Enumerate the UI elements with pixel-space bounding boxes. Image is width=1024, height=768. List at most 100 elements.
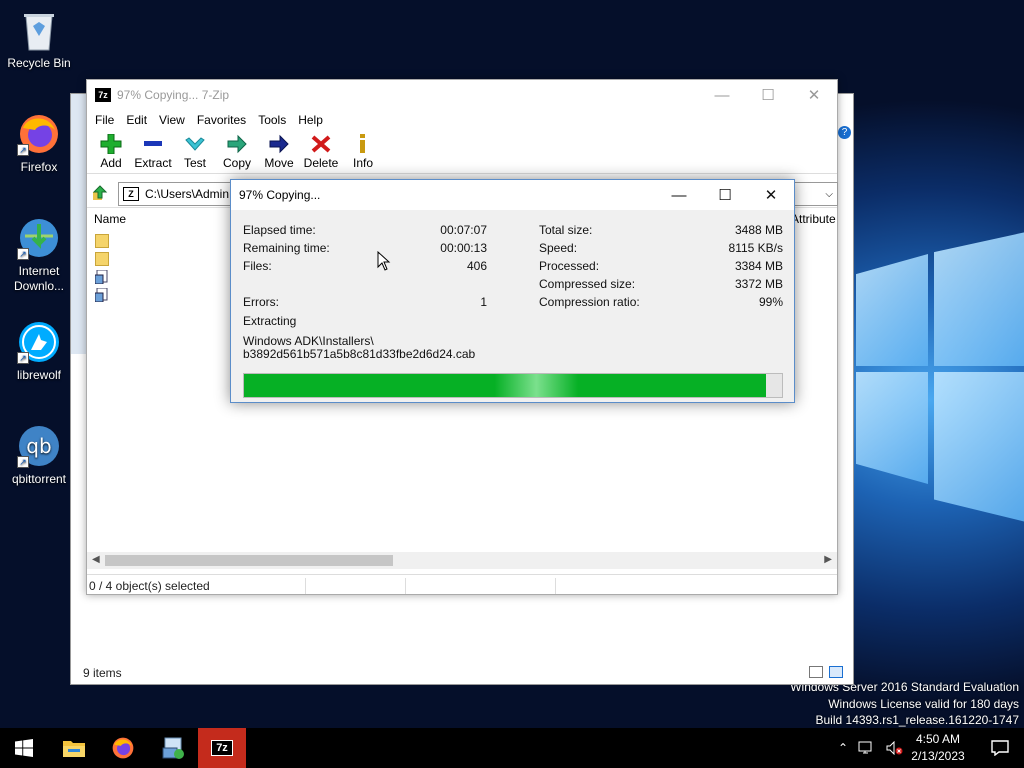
firefox-icon: ↗ xyxy=(17,112,61,156)
shortcut-arrow-icon: ↗ xyxy=(17,248,29,260)
errors-label: Errors: xyxy=(243,295,279,309)
mouse-cursor-icon xyxy=(377,251,391,271)
taskbar-installer[interactable] xyxy=(149,728,197,768)
speed-label: Speed: xyxy=(539,241,578,255)
compressed-size-value: 3372 MB xyxy=(734,277,783,291)
close-button[interactable]: ✕ xyxy=(791,80,837,110)
system-tray: ⌃ xyxy=(838,728,904,768)
remaining-time-label: Remaining time: xyxy=(243,241,330,255)
network-icon[interactable] xyxy=(858,741,876,755)
total-size-value: 3488 MB xyxy=(734,223,783,237)
action-center-button[interactable] xyxy=(976,728,1024,768)
add-button[interactable]: Add xyxy=(90,130,132,173)
progress-bar-fill xyxy=(244,374,766,397)
clock-date: 2/13/2023 xyxy=(911,749,965,763)
firefox-icon xyxy=(112,737,134,759)
address-text: C:\Users\Admin xyxy=(145,187,230,201)
scroll-left-icon[interactable]: ◀ xyxy=(92,554,100,565)
minus-icon xyxy=(144,141,162,146)
check-icon xyxy=(185,137,205,151)
plus-icon xyxy=(100,134,122,154)
progress-bar xyxy=(243,373,783,398)
toolbar: Add Extract Test Copy Move Delete Info xyxy=(87,130,837,174)
column-name[interactable]: Name xyxy=(94,212,126,226)
large-icons-view-icon[interactable] xyxy=(829,666,843,678)
desktop-icon-librewolf[interactable]: ↗ librewolf xyxy=(4,320,74,383)
desktop-icon-firefox[interactable]: ↗ Firefox xyxy=(4,112,74,175)
desktop-icon-qbittorrent[interactable]: qb ↗ qbittorrent xyxy=(4,424,74,487)
recycle-bin-icon xyxy=(17,8,61,52)
elapsed-time-value: 00:07:07 xyxy=(440,223,487,237)
folder-icon[interactable] xyxy=(95,234,109,248)
scroll-right-icon[interactable]: ▶ xyxy=(824,554,832,565)
shortcut-arrow-icon: ↗ xyxy=(17,144,29,156)
internet-download-manager-icon: ↗ xyxy=(17,216,61,260)
selection-status: 0 / 4 object(s) selected xyxy=(89,579,210,593)
watermark-license: Windows License valid for 180 days xyxy=(828,696,1019,711)
svg-text:qb: qb xyxy=(26,434,51,458)
menu-favorites[interactable]: Favorites xyxy=(191,113,252,127)
menu-view[interactable]: View xyxy=(153,113,191,127)
horizontal-scrollbar[interactable]: ◀ ▶ xyxy=(87,552,837,569)
details-view-icon[interactable] xyxy=(809,666,823,678)
7zip-app-icon: 7z xyxy=(211,740,233,756)
menu-help[interactable]: Help xyxy=(292,113,329,127)
column-attributes[interactable]: Attribute xyxy=(791,212,836,226)
copy-button[interactable]: Copy xyxy=(216,130,258,173)
windows-watermark: Windows Server 2016 Standard Evaluation … xyxy=(790,679,1019,729)
chevron-down-icon[interactable]: ⌵ xyxy=(825,189,833,200)
file-icon[interactable] xyxy=(94,287,109,303)
librewolf-icon: ↗ xyxy=(17,320,61,364)
dialog-maximize-button[interactable]: ☐ xyxy=(702,180,748,210)
dialog-title-bar[interactable]: 97% Copying... — ☐ ✕ xyxy=(231,180,794,210)
compression-ratio-label: Compression ratio: xyxy=(539,295,640,309)
maximize-button[interactable]: ☐ xyxy=(745,80,791,110)
taskbar-file-explorer[interactable] xyxy=(50,728,98,768)
file-icon[interactable] xyxy=(94,269,109,285)
delete-x-icon xyxy=(311,135,331,153)
archive-icon: Z xyxy=(123,187,139,201)
move-button[interactable]: Move xyxy=(258,130,300,173)
status-bar: 0 / 4 object(s) selected xyxy=(87,574,837,596)
desktop-icon-label: Firefox xyxy=(20,160,58,174)
shortcut-arrow-icon: ↗ xyxy=(17,456,29,468)
7zip-title-bar[interactable]: 7z 97% Copying... 7-Zip — ☐ ✕ xyxy=(87,80,837,110)
remaining-time-value: 00:00:13 xyxy=(440,241,487,255)
files-value: 406 xyxy=(466,259,487,273)
clock-time: 4:50 AM xyxy=(915,732,961,746)
dialog-minimize-button[interactable]: — xyxy=(656,180,702,210)
taskbar-7zip[interactable]: 7z xyxy=(198,728,246,768)
start-button[interactable] xyxy=(0,728,48,768)
taskbar-firefox[interactable] xyxy=(99,728,147,768)
desktop-icon-label: Internet Downlo... xyxy=(13,264,65,293)
taskbar-clock[interactable]: 4:50 AM 2/13/2023 xyxy=(902,731,974,765)
menu-tools[interactable]: Tools xyxy=(252,113,292,127)
windows-start-icon xyxy=(15,739,33,757)
7zip-title: 97% Copying... 7-Zip xyxy=(117,88,230,102)
menu-edit[interactable]: Edit xyxy=(120,113,153,127)
folder-up-icon[interactable] xyxy=(91,184,109,202)
help-icon[interactable]: ? xyxy=(838,126,851,139)
extract-button[interactable]: Extract xyxy=(132,130,174,173)
info-button[interactable]: Info xyxy=(342,130,384,173)
speed-value: 8115 KB/s xyxy=(728,241,783,255)
test-button[interactable]: Test xyxy=(174,130,216,173)
desktop-icon-recycle-bin[interactable]: Recycle Bin xyxy=(4,8,74,71)
compressed-size-label: Compressed size: xyxy=(539,277,636,291)
menu-file[interactable]: File xyxy=(89,113,120,127)
scrollbar-thumb[interactable] xyxy=(105,555,393,566)
show-hidden-icons-chevron-icon[interactable]: ⌃ xyxy=(838,741,848,755)
info-icon xyxy=(360,134,365,153)
minimize-button[interactable]: — xyxy=(699,80,745,110)
folder-icon[interactable] xyxy=(95,252,109,266)
current-path-line1: Windows ADK\Installers\ xyxy=(243,334,374,348)
move-arrow-icon xyxy=(269,134,289,154)
dialog-close-button[interactable]: ✕ xyxy=(748,180,794,210)
delete-button[interactable]: Delete xyxy=(300,130,342,173)
windows-logo xyxy=(856,232,1024,522)
installer-icon xyxy=(162,737,184,759)
copy-progress-dialog[interactable]: 97% Copying... — ☐ ✕ Elapsed time: 00:07… xyxy=(230,179,795,403)
errors-value: 1 xyxy=(480,295,487,309)
desktop-icon-internet-download[interactable]: ↗ Internet Downlo... xyxy=(4,216,74,294)
explorer-item-count: 9 items xyxy=(83,666,122,680)
